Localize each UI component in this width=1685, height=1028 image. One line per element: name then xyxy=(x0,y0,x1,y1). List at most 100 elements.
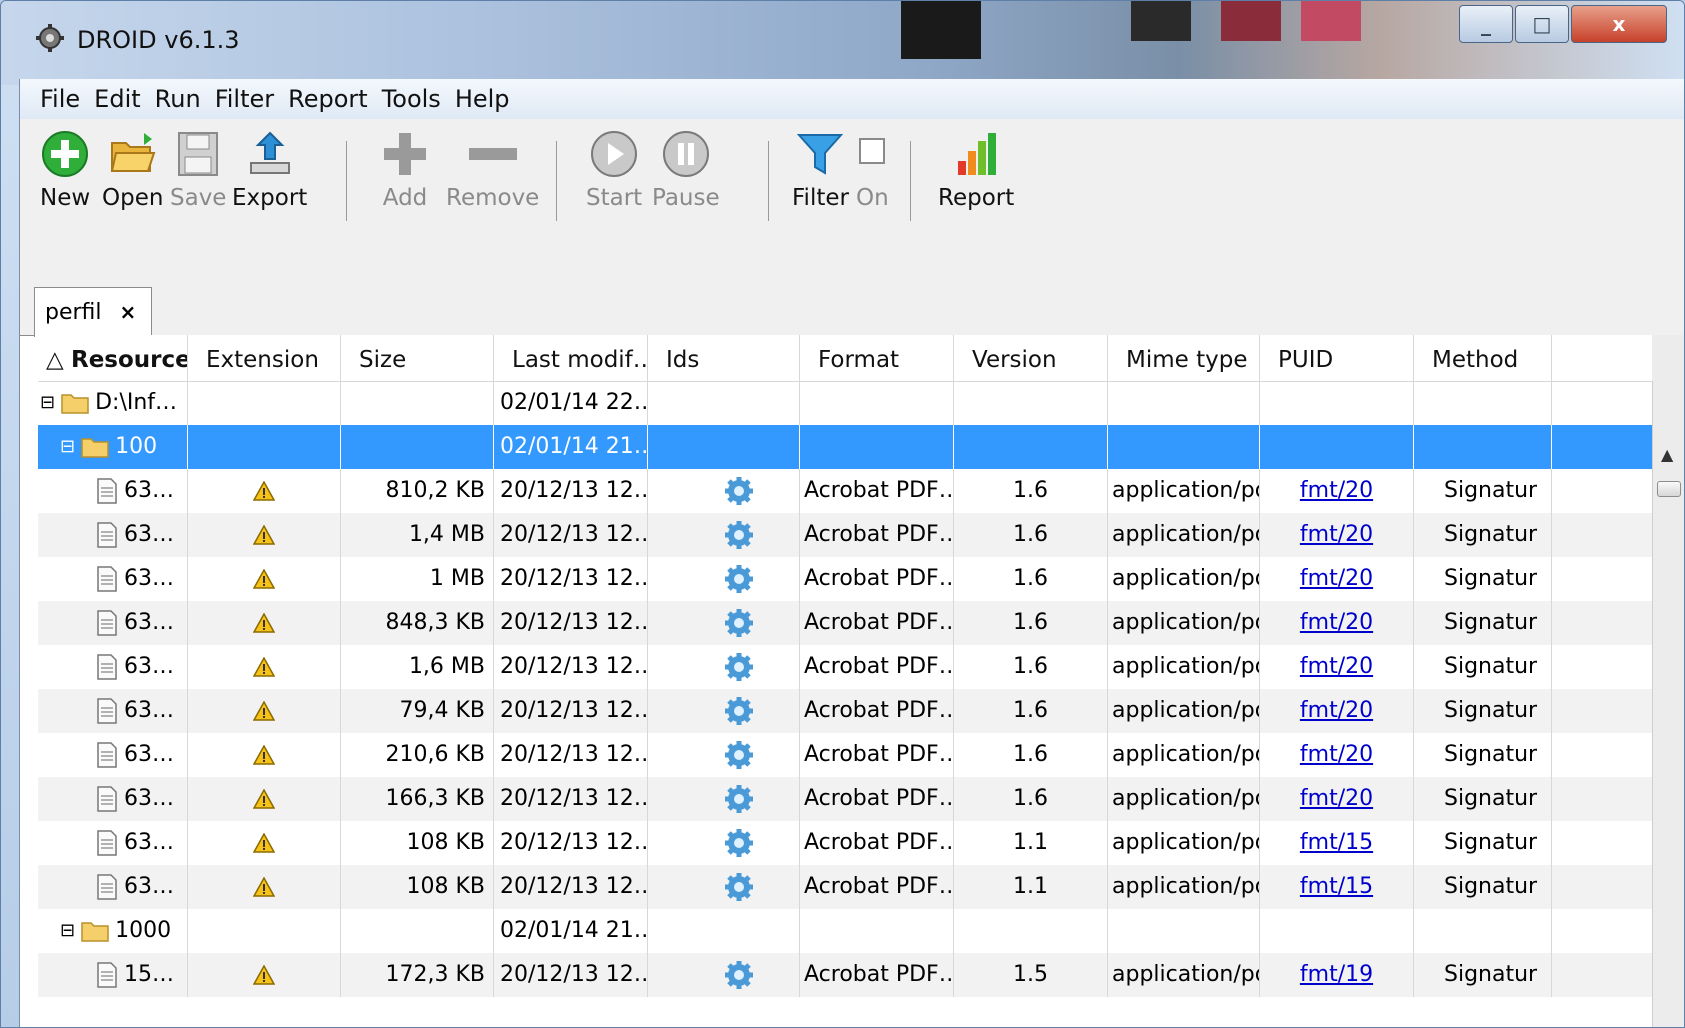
puid-link[interactable]: fmt/20 xyxy=(1300,786,1373,811)
version-cell xyxy=(954,909,1108,953)
file-row[interactable]: 63… 79,4 KB 20/12/13 12… Acrobat PDF… 1.6 app… xyxy=(38,689,1652,733)
resource-name: 63… xyxy=(124,522,174,547)
file-row[interactable]: 63… 1,4 MB 20/12/13 12… Acrobat PDF… 1.6 appl… xyxy=(38,513,1652,557)
warning-icon xyxy=(253,965,275,985)
menu-file[interactable]: File xyxy=(40,85,80,113)
app-content: File Edit Run Filter Report Tools Help N… xyxy=(19,79,1684,1027)
open-button[interactable]: Open xyxy=(102,129,163,211)
vertical-scrollbar[interactable]: ▲ xyxy=(1652,381,1684,1027)
report-button[interactable]: Report xyxy=(938,129,1014,211)
disk-icon xyxy=(178,132,219,176)
file-row[interactable]: 63… 1 MB 20/12/13 12… Acrobat PDF… 1.6 applic… xyxy=(38,557,1652,601)
column-header-ids[interactable]: Ids xyxy=(648,335,800,381)
scroll-thumb[interactable] xyxy=(1657,481,1681,497)
puid-link[interactable]: fmt/19 xyxy=(1300,962,1373,987)
puid-link[interactable]: fmt/20 xyxy=(1300,478,1373,503)
resource-name: 63… xyxy=(124,610,174,635)
remove-button[interactable]: Remove xyxy=(446,129,539,211)
minus-icon xyxy=(468,148,517,160)
puid-link[interactable]: fmt/20 xyxy=(1300,742,1373,767)
column-header-resource[interactable]: △ Resource xyxy=(38,335,188,381)
puid-cell: fmt/19 xyxy=(1260,953,1414,997)
column-header-last-modified[interactable]: Last modif… xyxy=(494,335,648,381)
tab-close-icon[interactable]: × xyxy=(120,300,137,324)
column-header-size[interactable]: Size xyxy=(341,335,494,381)
collapse-icon[interactable]: ⊟ xyxy=(40,381,55,425)
menu-tools[interactable]: Tools xyxy=(382,85,441,113)
format-cell: Acrobat PDF… xyxy=(800,469,954,513)
extension-cell xyxy=(188,821,341,865)
method-cell xyxy=(1414,909,1552,953)
title-bar[interactable]: DROID v6.1.3 _ □ x xyxy=(1,1,1684,85)
gear-icon xyxy=(724,873,753,901)
filter-on-toggle[interactable]: On xyxy=(856,129,889,211)
file-row[interactable]: 63… 108 KB 20/12/13 12… Acrobat PDF… 1.1 appl… xyxy=(38,865,1652,909)
column-header-method[interactable]: Method xyxy=(1414,335,1552,381)
file-row[interactable]: 63… 108 KB 20/12/13 12… Acrobat PDF… 1.1 appl… xyxy=(38,821,1652,865)
column-header-puid[interactable]: PUID xyxy=(1260,335,1414,381)
extension-cell xyxy=(188,469,341,513)
menu-help[interactable]: Help xyxy=(455,85,510,113)
method-cell: Signatur xyxy=(1414,513,1552,557)
column-chooser-icon[interactable] xyxy=(1652,335,1684,382)
close-button[interactable]: x xyxy=(1571,5,1667,43)
version-cell: 1.5 xyxy=(954,953,1108,997)
background-strip xyxy=(901,1,981,59)
puid-link[interactable]: fmt/20 xyxy=(1300,654,1373,679)
plus-icon xyxy=(384,133,426,175)
export-button[interactable]: Export xyxy=(232,129,307,211)
start-button[interactable]: Start xyxy=(586,129,642,211)
puid-link[interactable]: fmt/15 xyxy=(1300,830,1373,855)
puid-link[interactable]: fmt/15 xyxy=(1300,874,1373,899)
size-cell: 1,6 MB xyxy=(341,645,494,689)
mime-type-cell: application/pdf xyxy=(1108,645,1260,689)
tab-perfil[interactable]: perfil × xyxy=(34,287,152,337)
version-cell: 1.1 xyxy=(954,865,1108,909)
menu-filter[interactable]: Filter xyxy=(215,85,274,113)
puid-link[interactable]: fmt/20 xyxy=(1300,522,1373,547)
modified-cell: 20/12/13 12… xyxy=(494,689,648,733)
file-row[interactable]: 63… 810,2 KB 20/12/13 12… Acrobat PDF… 1.6 ap… xyxy=(38,469,1652,513)
column-header-extension[interactable]: Extension xyxy=(188,335,341,381)
scroll-up-icon[interactable]: ▲ xyxy=(1661,445,1673,464)
warning-icon xyxy=(253,613,275,633)
background-strip xyxy=(1131,1,1191,41)
folder-row[interactable]: ⊟ 1000 02/01/14 21… xyxy=(38,909,1652,953)
file-row[interactable]: 63… 1,6 MB 20/12/13 12… Acrobat PDF… 1.6 appl… xyxy=(38,645,1652,689)
filter-button[interactable]: Filter xyxy=(792,129,849,211)
mime-type-cell: application/pdf xyxy=(1108,777,1260,821)
gear-icon xyxy=(724,609,753,637)
column-header-version[interactable]: Version xyxy=(954,335,1108,381)
puid-link[interactable]: fmt/20 xyxy=(1300,698,1373,723)
mime-type-cell: application/pdf xyxy=(1108,733,1260,777)
ids-cell xyxy=(648,645,800,689)
save-button[interactable]: Save xyxy=(170,129,226,211)
file-row[interactable]: 63… 848,3 KB 20/12/13 12… Acrobat PDF… 1.6 ap… xyxy=(38,601,1652,645)
gear-icon xyxy=(724,741,753,769)
add-button[interactable]: Add xyxy=(380,129,430,211)
puid-link[interactable]: fmt/20 xyxy=(1300,566,1373,591)
puid-link[interactable]: fmt/20 xyxy=(1300,610,1373,635)
maximize-button[interactable]: □ xyxy=(1515,5,1569,43)
pause-button[interactable]: Pause xyxy=(652,129,720,211)
version-cell: 1.6 xyxy=(954,645,1108,689)
collapse-icon[interactable]: ⊟ xyxy=(60,909,75,953)
column-header-format[interactable]: Format xyxy=(800,335,954,381)
extension-cell xyxy=(188,557,341,601)
file-row[interactable]: 63… 210,6 KB 20/12/13 12… Acrobat PDF… 1.6 ap… xyxy=(38,733,1652,777)
menu-edit[interactable]: Edit xyxy=(94,85,140,113)
menu-report[interactable]: Report xyxy=(288,85,368,113)
file-row[interactable]: 15… 172,3 KB 20/12/13 12… Acrobat PDF… 1.5 ap… xyxy=(38,953,1652,997)
resource-name: 63… xyxy=(124,786,174,811)
extension-cell xyxy=(188,733,341,777)
column-header-mime-type[interactable]: Mime type xyxy=(1108,335,1260,381)
new-button[interactable]: New xyxy=(40,129,90,211)
file-row[interactable]: 63… 166,3 KB 20/12/13 12… Acrobat PDF… 1.6 ap… xyxy=(38,777,1652,821)
toolbar: New Open Save Export Add Remove Start Pa… xyxy=(20,119,1684,267)
format-cell: Acrobat PDF… xyxy=(800,777,954,821)
menu-run[interactable]: Run xyxy=(155,85,201,113)
collapse-icon[interactable]: ⊟ xyxy=(60,425,75,469)
folder-row[interactable]: ⊟ 100 02/01/14 21… xyxy=(38,425,1652,469)
folder-row[interactable]: ⊟ D:\Inf… 02/01/14 22… xyxy=(38,381,1652,425)
minimize-button[interactable]: _ xyxy=(1459,5,1513,43)
